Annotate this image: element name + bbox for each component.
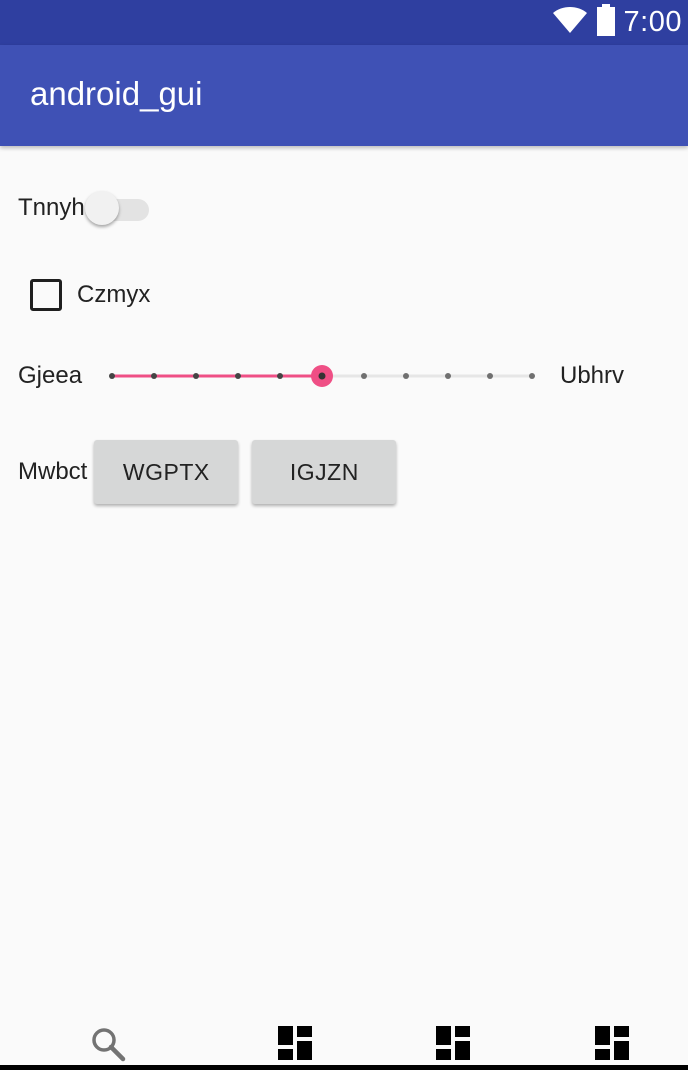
dashboard-icon xyxy=(278,1026,312,1064)
slider-tick xyxy=(109,373,115,379)
battery-icon xyxy=(596,4,616,41)
slider-tick xyxy=(193,373,199,379)
slider-tick xyxy=(151,373,157,379)
switch-row: Tnnyh xyxy=(18,190,151,226)
switch-thumb[interactable] xyxy=(84,191,119,225)
checkbox-label: Czmyx xyxy=(77,281,151,308)
slider-tick xyxy=(487,373,493,379)
slider-tick xyxy=(277,373,283,379)
slider-tick xyxy=(361,373,367,379)
app-bar: android_gui xyxy=(0,45,688,146)
button-row: Mwbct WGPTX IGJZN xyxy=(18,439,397,505)
igjzn-button[interactable]: IGJZN xyxy=(252,440,397,504)
slider-max-label: Ubhrv xyxy=(560,362,625,389)
dashboard-icon xyxy=(436,1026,470,1064)
nav-item-dashboard-1[interactable] xyxy=(278,1026,314,1062)
toggle-switch[interactable] xyxy=(84,190,151,226)
nav-item-dashboard-2[interactable] xyxy=(436,1026,472,1062)
status-bar: 7:00 xyxy=(0,0,688,45)
checkbox-row[interactable]: Czmyx xyxy=(30,278,150,312)
slider-tick xyxy=(318,372,326,380)
slider-tick xyxy=(403,373,409,379)
checkbox[interactable] xyxy=(30,279,62,311)
discrete-slider[interactable] xyxy=(104,360,544,392)
search-icon xyxy=(90,1028,126,1066)
slider-tick xyxy=(235,373,241,379)
slider-tick xyxy=(529,373,535,379)
slider-min-label: Gjeea xyxy=(18,362,83,389)
navigation-bar-edge xyxy=(0,1065,688,1070)
wifi-icon xyxy=(552,5,588,40)
status-icons: 7:00 xyxy=(552,0,682,45)
wgptx-button[interactable]: WGPTX xyxy=(94,440,239,504)
button-row-label: Mwbct xyxy=(18,458,88,485)
nav-item-search[interactable] xyxy=(90,1026,126,1062)
app-title: android_gui xyxy=(30,75,203,112)
screen: 7:00 android_gui Tnnyh Czmyx Gjeea Ubhrv… xyxy=(0,0,688,1070)
slider-row: Gjeea Ubhrv xyxy=(18,360,678,392)
switch-label: Tnnyh xyxy=(18,194,85,221)
nav-item-dashboard-3[interactable] xyxy=(595,1026,631,1062)
dashboard-icon xyxy=(595,1026,629,1064)
slider-tick xyxy=(445,373,451,379)
bottom-nav xyxy=(0,1010,688,1070)
status-time: 7:00 xyxy=(623,6,682,38)
